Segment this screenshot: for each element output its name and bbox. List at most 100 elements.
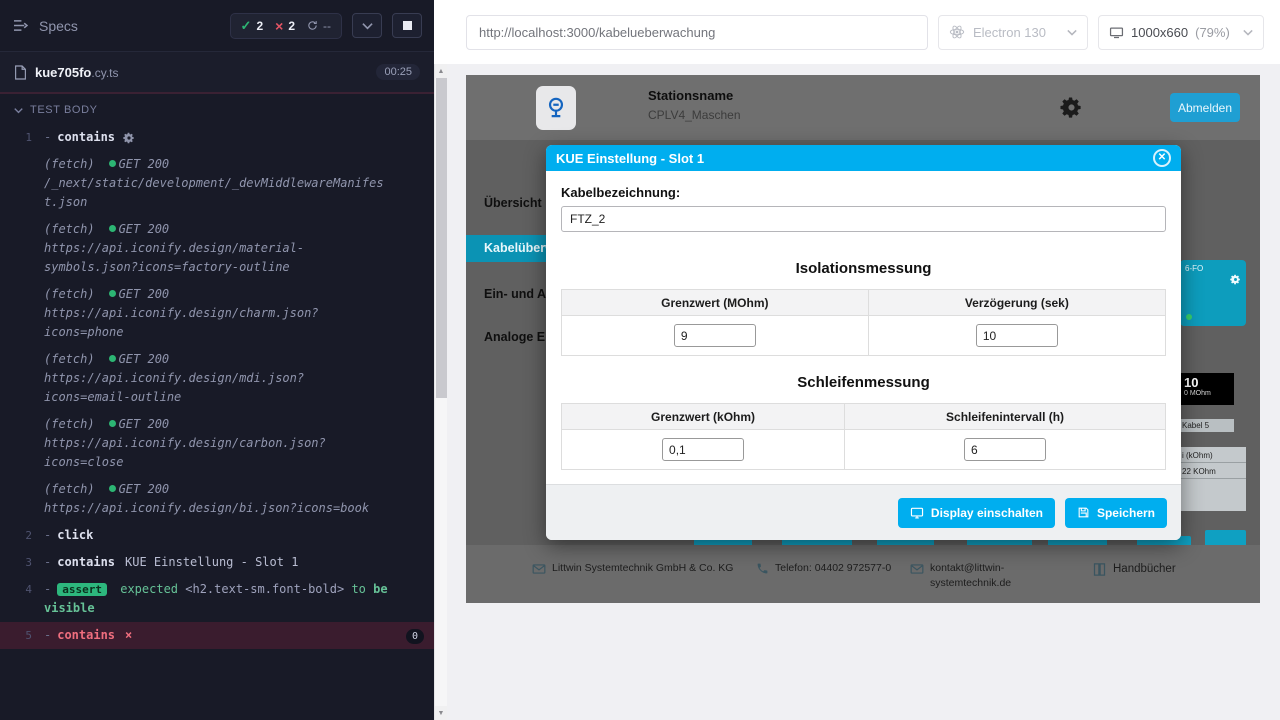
command-dash xyxy=(44,130,57,144)
command-number xyxy=(0,220,44,277)
fetch-url: https://api.iconify.design/mdi.json?icon… xyxy=(44,369,388,407)
fetch-status: GET 200 xyxy=(119,417,170,431)
command-row-assert[interactable]: 4 assert expected <h2.text-sm.font-bold>… xyxy=(0,576,434,622)
command-row[interactable]: 2 click xyxy=(0,522,434,549)
command-number xyxy=(0,350,44,407)
fetch-label: (fetch) xyxy=(44,352,95,366)
stat-pending[interactable]: -- xyxy=(307,19,331,33)
status-dot xyxy=(109,290,116,297)
footer-manuals-link[interactable]: Handbücher xyxy=(1092,561,1176,578)
command-row[interactable]: 1 contains xyxy=(0,124,434,151)
stat-passed[interactable]: ✓2 xyxy=(241,18,264,34)
section-title-isolation: Isolationsmessung xyxy=(561,260,1166,277)
column-header: Grenzwert (MOhm) xyxy=(562,290,869,316)
command-number: 1 xyxy=(0,128,44,147)
test-body-toggle[interactable]: TEST BODY xyxy=(0,94,434,122)
specs-title[interactable]: Specs xyxy=(39,18,78,34)
settings-gear-icon[interactable] xyxy=(1060,96,1083,119)
app-footer: Littwin Systemtechnik GmbH & Co. KG Tele… xyxy=(466,545,1260,603)
command-row[interactable]: 3 containsKUE Einstellung - Slot 1 xyxy=(0,549,434,576)
app-header: Stationsname CPLV4_Maschen Abmelden xyxy=(466,75,1260,140)
footer-email[interactable]: kontakt@littwin-systemtechnik.de xyxy=(910,561,1078,591)
column-header: Grenzwert (kOhm) xyxy=(562,404,845,430)
mail-icon xyxy=(532,562,546,576)
command-number: 3 xyxy=(0,553,44,572)
status-dot xyxy=(1186,314,1192,320)
chevron-down-icon xyxy=(14,107,23,114)
fetch-status: GET 200 xyxy=(119,222,170,236)
isolation-delay-input[interactable] xyxy=(976,324,1058,347)
stat-failed[interactable]: ×2 xyxy=(275,18,295,34)
gear-icon xyxy=(123,132,135,144)
nav-ein-aus[interactable]: Ein- und Au xyxy=(466,281,554,307)
station-label: Stationsname xyxy=(648,88,741,103)
status-dot xyxy=(109,420,116,427)
network-log-row[interactable]: (fetch) GET 200 https://api.iconify.desig… xyxy=(0,346,434,411)
aut-toolbar: http://localhost:3000/kabelueberwachung … xyxy=(434,0,1280,64)
fetch-url: https://api.iconify.design/bi.json?icons… xyxy=(44,499,388,518)
url-bar[interactable]: http://localhost:3000/kabelueberwachung xyxy=(466,15,928,50)
command-message: KUE Einstellung - Slot 1 xyxy=(125,555,298,569)
command-dash xyxy=(44,528,57,542)
nav-analoge[interactable]: Analoge Ei xyxy=(466,324,549,350)
command-number: 4 xyxy=(0,580,44,618)
network-log-row[interactable]: (fetch)GET 200 /_next/static/development… xyxy=(0,151,434,216)
scroll-thumb[interactable] xyxy=(436,78,447,398)
slot-card-fragment: 6-FO xyxy=(1180,260,1246,326)
column-header: Schleifenintervall (h) xyxy=(845,404,1166,430)
cross-icon: × xyxy=(275,18,283,34)
vertical-scrollbar[interactable]: ▲ ▼ xyxy=(434,64,447,720)
section-title-schleife: Schleifenmessung xyxy=(561,374,1166,391)
network-log-row[interactable]: (fetch)GET 200 https://api.iconify.desig… xyxy=(0,476,434,522)
loop-limit-input[interactable] xyxy=(662,438,744,461)
status-dot xyxy=(109,160,116,167)
logout-button[interactable]: Abmelden xyxy=(1170,93,1240,122)
stop-button[interactable] xyxy=(392,13,422,38)
save-icon xyxy=(1077,506,1090,519)
display-icon xyxy=(910,506,924,520)
command-dash xyxy=(44,555,57,569)
command-number xyxy=(0,155,44,212)
loop-interval-input[interactable] xyxy=(964,438,1046,461)
command-number: 2 xyxy=(0,526,44,545)
reporter-header: Specs ✓2 ×2 -- xyxy=(0,0,434,52)
command-number xyxy=(0,285,44,342)
isolation-limit-input[interactable] xyxy=(674,324,756,347)
fetch-status: GET 200 xyxy=(119,352,170,366)
display-on-button[interactable]: Display einschalten xyxy=(898,498,1055,528)
command-row-failed[interactable]: 5 contains× 0 xyxy=(0,622,434,649)
cable-name-label: Kabelbezeichnung: xyxy=(561,185,1166,200)
scroll-down-arrow[interactable]: ▼ xyxy=(435,706,447,720)
electron-icon xyxy=(949,24,965,40)
command-log: 1 contains (fetch)GET 200 /_next/static/… xyxy=(0,122,434,649)
fetch-status: GET 200 xyxy=(119,287,170,301)
network-log-row[interactable]: (fetch)GET 200 https://api.iconify.desig… xyxy=(0,411,434,476)
assert-selector: <h2.text-sm.font-bold> xyxy=(185,582,344,596)
command-number xyxy=(0,415,44,472)
retry-badge: 0 xyxy=(406,629,424,644)
fetch-url: https://api.iconify.design/carbon.json?i… xyxy=(44,434,388,472)
scroll-up-arrow[interactable]: ▲ xyxy=(435,64,447,78)
spec-header[interactable]: kue705fo.cy.ts 00:25 xyxy=(0,52,434,94)
company-logo xyxy=(536,86,576,130)
chevron-down-icon xyxy=(1067,29,1077,36)
collapse-button[interactable] xyxy=(352,13,382,38)
modal-close-button[interactable]: ✕ xyxy=(1153,149,1171,167)
save-button[interactable]: Speichern xyxy=(1065,498,1167,528)
book-icon xyxy=(1092,562,1107,577)
network-log-row[interactable]: (fetch)GET 200 https://api.iconify.desig… xyxy=(0,216,434,281)
fail-x-icon: × xyxy=(125,628,132,642)
viewport-select[interactable]: 1000x660 (79%) xyxy=(1098,15,1264,50)
footer-phone[interactable]: Telefon: 04402 972577-0 xyxy=(756,561,896,576)
browser-select[interactable]: Electron 130 xyxy=(938,15,1088,50)
nav-uebersicht[interactable]: Übersicht xyxy=(466,190,542,216)
network-log-row[interactable]: (fetch)GET 200 https://api.iconify.desig… xyxy=(0,281,434,346)
test-stats: ✓2 ×2 -- xyxy=(230,13,342,39)
modal-footer: Display einschalten Speichern xyxy=(546,484,1181,540)
measurement-value-box: 10 0 MOhm xyxy=(1178,373,1234,405)
specs-list-icon[interactable] xyxy=(12,19,29,32)
command-number: 5 xyxy=(0,626,44,645)
cable-name-input[interactable] xyxy=(561,206,1166,232)
column-header: Verzögerung (sek) xyxy=(868,290,1165,316)
phone-icon xyxy=(756,562,769,575)
